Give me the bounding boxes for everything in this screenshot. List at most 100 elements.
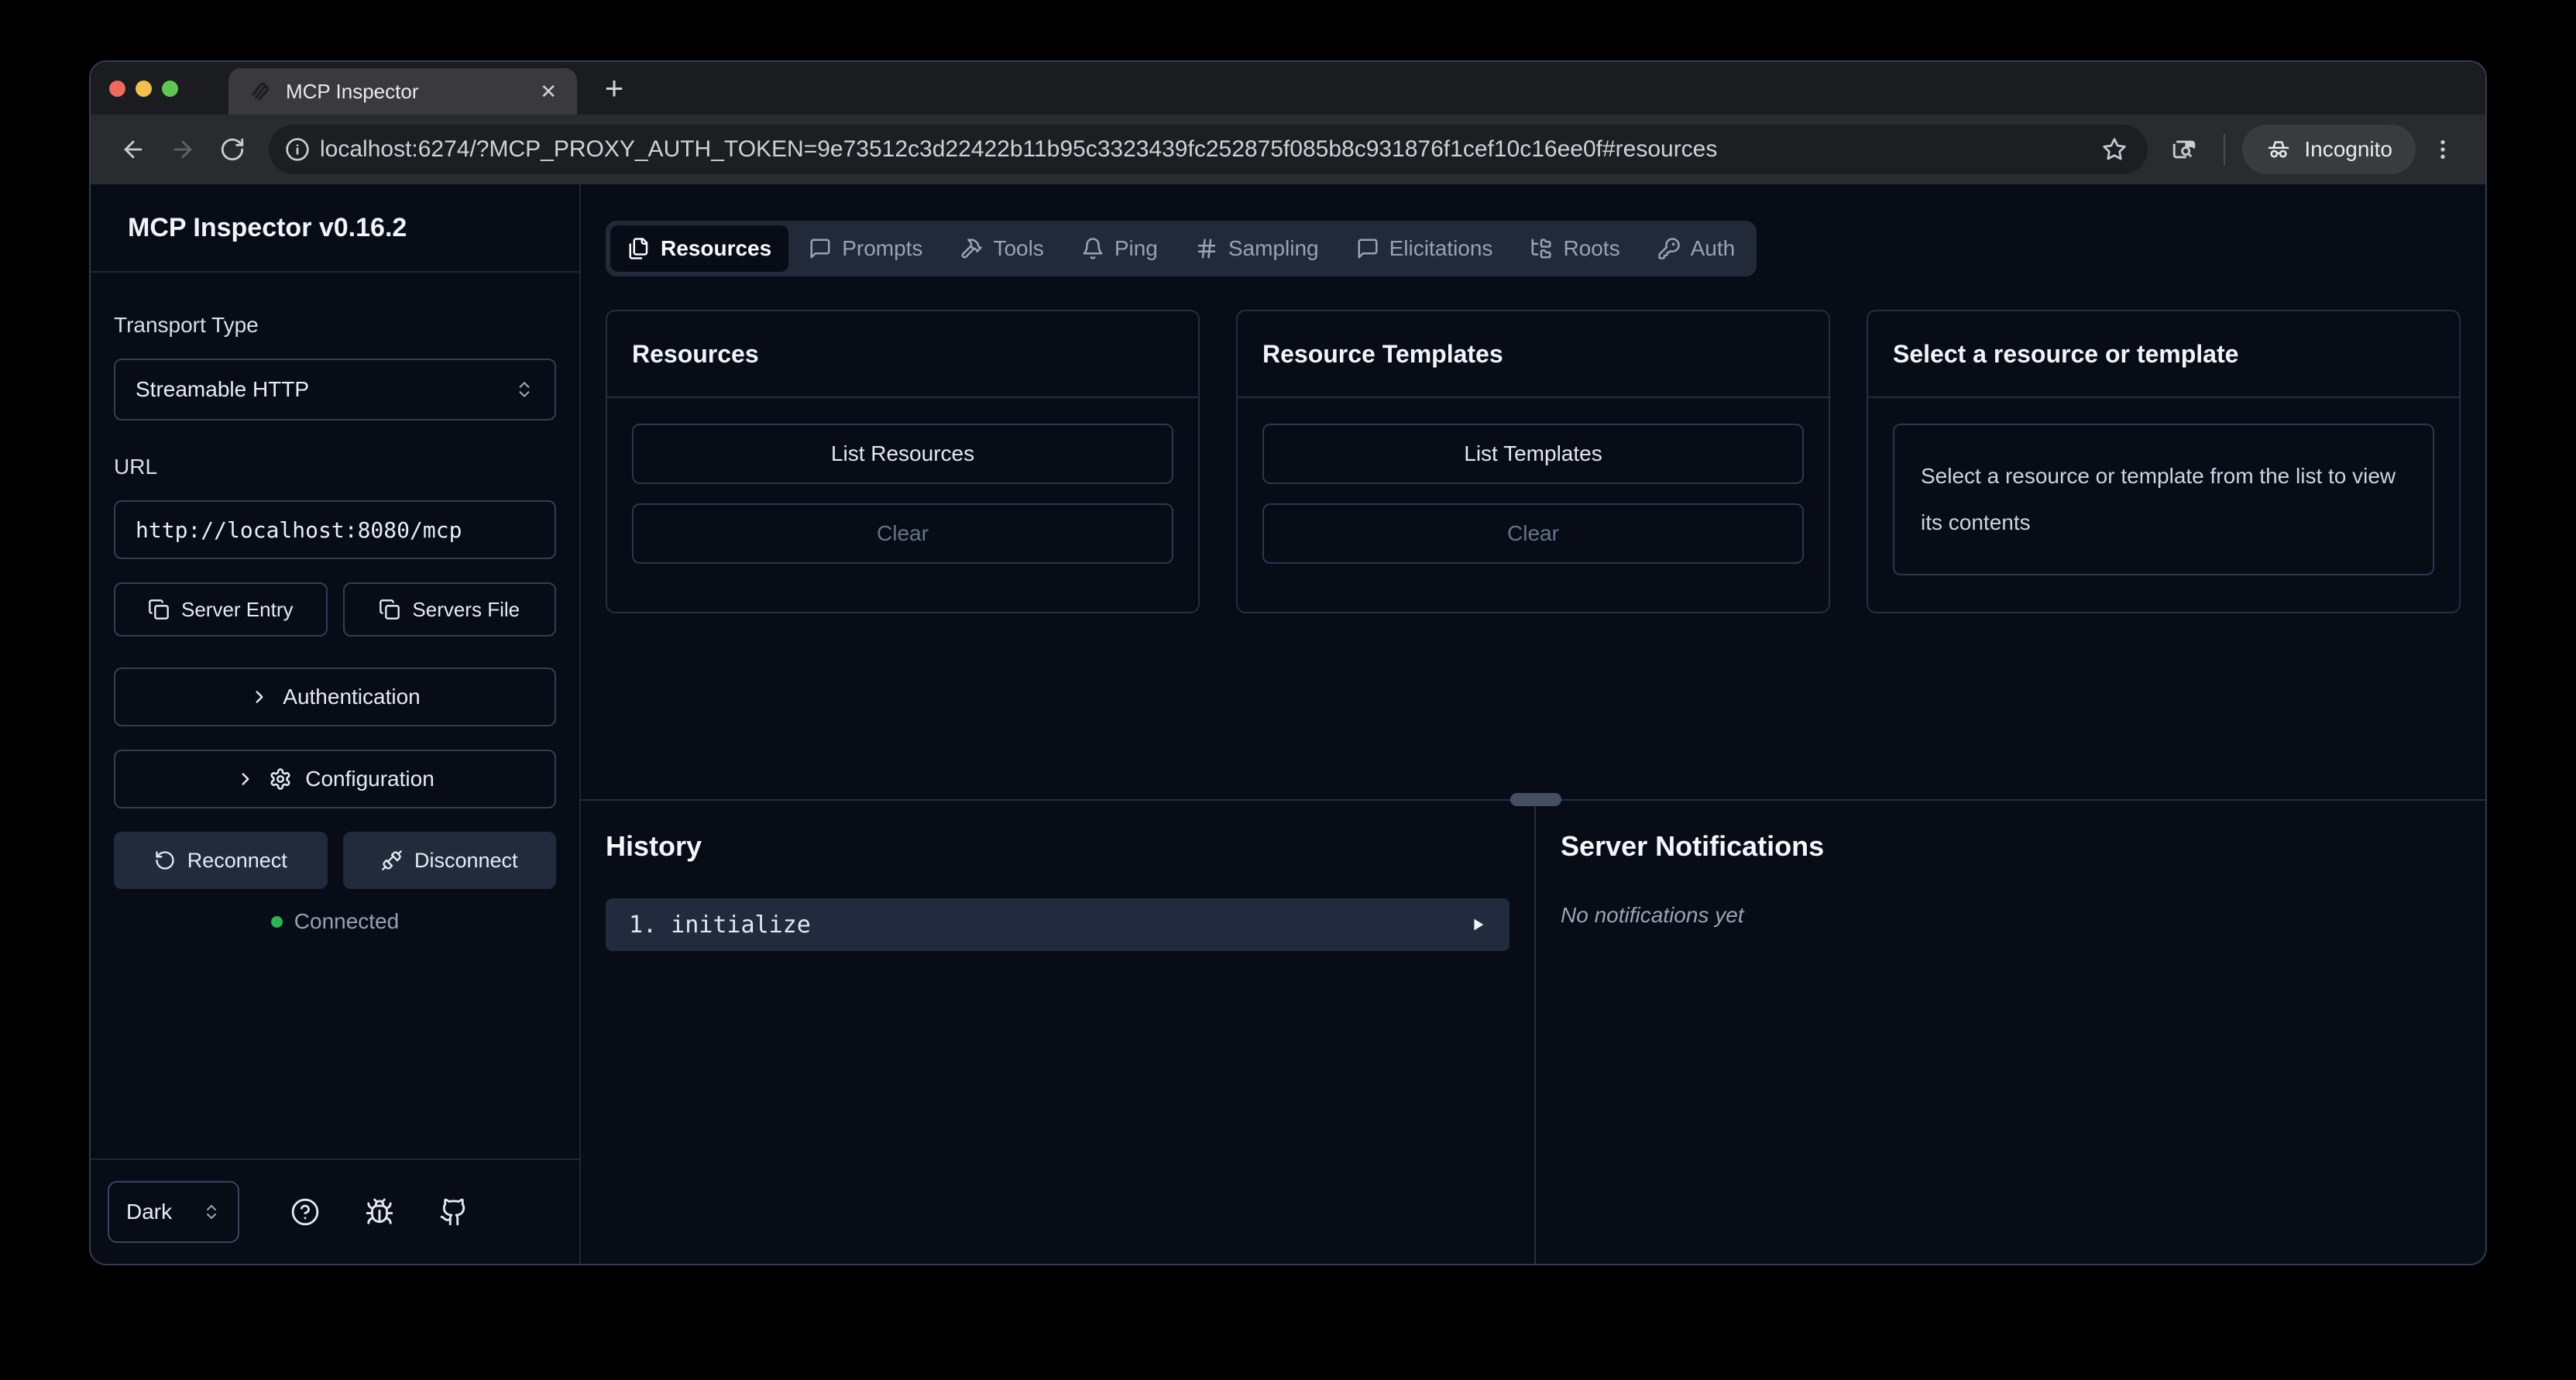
chevron-right-icon xyxy=(235,769,256,789)
resource-templates-panel-title: Resource Templates xyxy=(1238,311,1829,398)
transport-type-label: Transport Type xyxy=(114,313,556,338)
tab-ping[interactable]: Ping xyxy=(1064,225,1175,272)
tab-sampling[interactable]: Sampling xyxy=(1178,225,1336,272)
tab-label: Ping xyxy=(1115,236,1158,261)
authentication-label: Authentication xyxy=(283,685,420,709)
copy-icon xyxy=(148,599,170,620)
tab-auth[interactable]: Auth xyxy=(1640,225,1753,272)
resources-panel: Resources List Resources Clear xyxy=(606,310,1200,613)
key-icon xyxy=(1657,237,1681,260)
clear-resources-button[interactable]: Clear xyxy=(632,503,1173,564)
folder-tree-icon xyxy=(1530,237,1553,260)
tab-tools[interactable]: Tools xyxy=(943,225,1060,272)
message-square-icon xyxy=(1356,237,1379,260)
servers-file-label: Servers File xyxy=(412,598,520,622)
browser-menu-icon[interactable] xyxy=(2420,127,2465,172)
server-entry-label: Server Entry xyxy=(181,598,294,622)
gear-icon xyxy=(269,767,292,791)
browser-tabstrip: MCP Inspector ✕ + xyxy=(91,62,2485,115)
resource-viewer-panel-title: Select a resource or template xyxy=(1868,311,2459,398)
message-square-icon xyxy=(809,237,832,260)
tab-search-icon[interactable] xyxy=(2162,127,2207,172)
bottom-section: History 1. initialize Server Notificatio… xyxy=(581,799,2485,1264)
chevrons-up-down-icon xyxy=(202,1203,221,1221)
url-text[interactable]: localhost:6274/?MCP_PROXY_AUTH_TOKEN=9e7… xyxy=(320,136,2092,163)
resources-panel-title: Resources xyxy=(607,311,1198,398)
configuration-label: Configuration xyxy=(305,767,434,791)
toolbar-divider xyxy=(2224,134,2225,165)
reconnect-button[interactable]: Reconnect xyxy=(114,832,328,889)
copy-icon xyxy=(379,599,400,620)
browser-window: MCP Inspector ✕ + localhost:6274/?MCP_PR… xyxy=(91,62,2485,1264)
bell-icon xyxy=(1081,237,1104,260)
rotate-ccw-icon xyxy=(154,850,176,871)
close-tab-icon[interactable]: ✕ xyxy=(540,80,557,104)
feature-tabbar: Resources Prompts Tools xyxy=(606,221,1757,276)
transport-type-value: Streamable HTTP xyxy=(136,377,309,402)
theme-value: Dark xyxy=(126,1200,172,1224)
tab-label: Elicitations xyxy=(1389,236,1493,261)
tab-resources[interactable]: Resources xyxy=(610,225,788,272)
sidebar-footer: Dark xyxy=(91,1159,579,1264)
tab-label: Sampling xyxy=(1228,236,1319,261)
history-title: History xyxy=(606,830,1510,863)
expand-triangle-icon[interactable] xyxy=(1469,916,1486,933)
reload-icon[interactable] xyxy=(210,127,255,172)
mcp-logo-icon xyxy=(249,80,272,103)
browser-tab[interactable]: MCP Inspector ✕ xyxy=(228,68,577,115)
connected-label: Connected xyxy=(294,909,399,934)
help-icon[interactable] xyxy=(290,1197,320,1227)
tab-roots[interactable]: Roots xyxy=(1513,225,1637,272)
incognito-badge: Incognito xyxy=(2242,125,2416,174)
server-notifications-pane: Server Notifications No notifications ye… xyxy=(1536,801,2485,1264)
history-item-label: 1. initialize xyxy=(629,911,811,939)
forward-icon[interactable] xyxy=(160,127,205,172)
theme-select[interactable]: Dark xyxy=(108,1181,239,1243)
chevron-right-icon xyxy=(249,687,270,707)
new-tab-button[interactable]: + xyxy=(592,67,636,110)
back-icon[interactable] xyxy=(111,127,156,172)
tab-elicitations[interactable]: Elicitations xyxy=(1339,225,1510,272)
address-bar[interactable]: localhost:6274/?MCP_PROXY_AUTH_TOKEN=9e7… xyxy=(269,125,2148,174)
zoom-window-button[interactable] xyxy=(162,81,178,97)
reconnect-label: Reconnect xyxy=(187,849,287,873)
github-icon[interactable] xyxy=(439,1197,469,1227)
sidebar-content: Transport Type Streamable HTTP URL Serve… xyxy=(91,273,579,1159)
configuration-toggle[interactable]: Configuration xyxy=(114,750,556,808)
viewer-placeholder: Select a resource or template from the l… xyxy=(1893,424,2434,575)
authentication-toggle[interactable]: Authentication xyxy=(114,668,556,726)
connected-dot xyxy=(271,916,283,928)
resource-viewer-panel: Select a resource or template Select a r… xyxy=(1867,310,2461,613)
bookmark-star-icon[interactable] xyxy=(2092,127,2137,172)
splitter-drag-handle[interactable] xyxy=(1510,793,1561,806)
connection-status: Connected xyxy=(114,909,556,934)
tab-label: Tools xyxy=(993,236,1043,261)
clear-templates-button[interactable]: Clear xyxy=(1262,503,1804,564)
tab-label: Auth xyxy=(1691,236,1736,261)
server-entry-button[interactable]: Server Entry xyxy=(114,582,328,637)
resource-templates-panel: Resource Templates List Templates Clear xyxy=(1236,310,1830,613)
transport-type-select[interactable]: Streamable HTTP xyxy=(114,359,556,421)
list-templates-button[interactable]: List Templates xyxy=(1262,424,1804,484)
disconnect-button[interactable]: Disconnect xyxy=(343,832,557,889)
sidebar: MCP Inspector v0.16.2 Transport Type Str… xyxy=(91,184,581,1264)
server-notifications-title: Server Notifications xyxy=(1561,830,2461,863)
bug-icon[interactable] xyxy=(365,1197,394,1227)
site-info-icon[interactable] xyxy=(275,127,320,172)
servers-file-button[interactable]: Servers File xyxy=(343,582,557,637)
history-item[interactable]: 1. initialize xyxy=(606,898,1510,951)
url-label: URL xyxy=(114,455,556,479)
unplug-icon xyxy=(381,850,403,871)
main-top-section: Resources Prompts Tools xyxy=(581,184,2485,799)
server-url-input[interactable] xyxy=(114,500,556,559)
tab-label: Roots xyxy=(1563,236,1619,261)
minimize-window-button[interactable] xyxy=(136,81,152,97)
files-icon xyxy=(627,237,651,260)
close-window-button[interactable] xyxy=(109,81,125,97)
tab-title: MCP Inspector xyxy=(286,80,526,104)
tab-prompts[interactable]: Prompts xyxy=(792,225,939,272)
list-resources-button[interactable]: List Resources xyxy=(632,424,1173,484)
app-title: MCP Inspector v0.16.2 xyxy=(91,184,579,273)
tab-label: Resources xyxy=(661,236,771,261)
incognito-label: Incognito xyxy=(2304,137,2392,162)
